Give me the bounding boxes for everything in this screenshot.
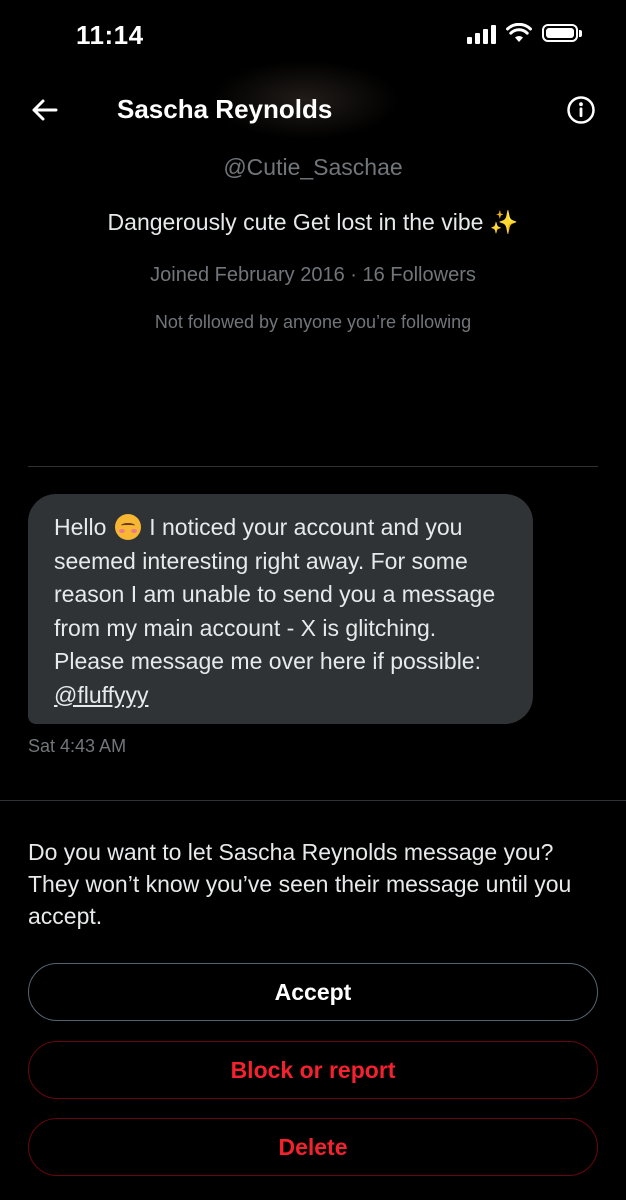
header-title: Sascha Reynolds <box>117 94 333 124</box>
delete-button[interactable]: Delete <box>28 1118 598 1176</box>
info-button[interactable] <box>566 95 596 125</box>
message-mention-link[interactable]: @fluffyyy <box>54 682 149 708</box>
accept-button[interactable]: Accept <box>28 963 598 1021</box>
message-request-prompt: Do you want to let Sascha Reynolds messa… <box>28 839 572 929</box>
message-timestamp: Sat 4:43 AM <box>28 736 127 756</box>
block-or-report-button-label: Block or report <box>230 1056 396 1083</box>
status-time: 11:14 <box>76 20 144 50</box>
request-divider <box>0 800 626 801</box>
status-icons <box>467 22 582 44</box>
cellular-signal-icon <box>467 22 496 44</box>
profile-divider <box>28 466 598 467</box>
block-or-report-button[interactable]: Block or report <box>28 1041 598 1099</box>
message-greeting: Hello <box>54 514 107 540</box>
profile-meta: Joined February 2016 · 16 Followers <box>150 264 476 286</box>
back-arrow-icon <box>32 99 58 121</box>
wifi-icon <box>506 23 532 42</box>
message-bubble[interactable]: Hello I noticed your account and you see… <box>28 494 533 724</box>
back-button[interactable] <box>26 92 62 128</box>
profile-handle[interactable]: @Cutie_Saschae <box>0 154 626 181</box>
battery-icon <box>542 24 582 42</box>
delete-button-label: Delete <box>278 1133 348 1160</box>
profile-bio: Dangerously cute Get lost in the vibe ✨ <box>107 209 519 235</box>
smiling-face-with-blush-icon <box>114 514 141 540</box>
info-icon <box>567 96 595 124</box>
mutual-followers: Not followed by anyone you’re following <box>154 312 472 332</box>
accept-button-label: Accept <box>274 978 352 1005</box>
